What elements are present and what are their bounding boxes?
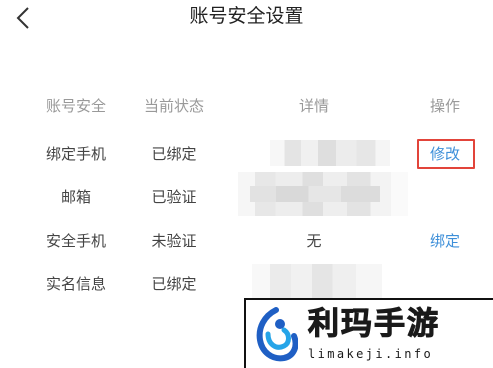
page-title: 账号安全设置 <box>189 5 304 27</box>
row-item-label: 安全手机 <box>45 232 106 250</box>
bind-phone-button[interactable]: 绑定 <box>400 231 490 251</box>
row-status: 未验证 <box>151 232 197 250</box>
row-status: 已绑定 <box>151 145 197 163</box>
column-header-status: 当前状态 <box>143 97 204 115</box>
row-status: 已验证 <box>151 188 197 206</box>
watermark: 利玛手游 limakeji.info <box>244 298 493 368</box>
modify-phone-button[interactable]: 修改 <box>400 144 490 164</box>
row-status: 已绑定 <box>151 275 197 293</box>
redacted-detail <box>270 140 390 166</box>
column-header-item: 账号安全 <box>45 97 106 115</box>
column-header-action: 操作 <box>429 97 460 115</box>
redacted-detail-inner <box>250 186 380 202</box>
row-item-label: 邮箱 <box>60 188 91 206</box>
row-detail: 无 <box>306 232 322 250</box>
watermark-logo-icon <box>256 307 298 362</box>
row-item-label: 实名信息 <box>45 275 106 293</box>
watermark-brand: 利玛手游 <box>308 306 440 343</box>
watermark-url: limakeji.info <box>308 347 434 361</box>
row-item-label: 绑定手机 <box>45 145 106 163</box>
column-header-detail: 详情 <box>298 97 329 115</box>
